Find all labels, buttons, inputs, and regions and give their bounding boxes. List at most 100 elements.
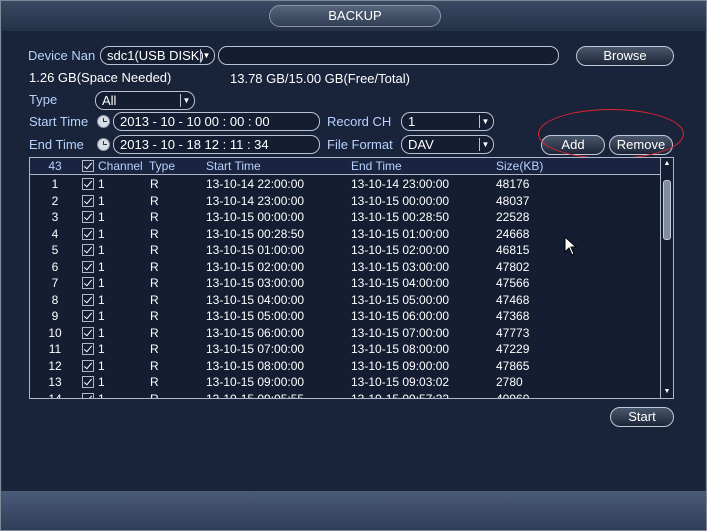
row-size: 40960: [496, 391, 530, 399]
row-index: 3: [51, 210, 59, 224]
table-row[interactable]: 2 1 R 13-10-14 23:00:00 13-10-15 00:00:00 480…: [30, 193, 660, 210]
row-type: R: [150, 177, 159, 191]
type-select-value: All: [102, 93, 117, 108]
row-end-time: 13-10-15 09:00:00: [351, 358, 450, 373]
row-end-time: 13-10-15 01:00:00: [351, 226, 450, 241]
table-row[interactable]: 6 1 R 13-10-15 02:00:00 13-10-15 03:00:00 478…: [30, 259, 660, 276]
row-index: 10: [48, 325, 62, 340]
file-format-select[interactable]: DAV ▼: [401, 135, 494, 154]
table-row[interactable]: 10 1 R 13-10-15 06:00:00 13-10-15 07:00:00 47…: [30, 325, 660, 342]
table-row[interactable]: 13 1 R 13-10-15 09:00:00 13-10-15 09:03:02 27…: [30, 374, 660, 391]
row-start-time: 13-10-15 01:00:00: [206, 243, 305, 257]
file-format-value: DAV: [408, 137, 434, 152]
device-select[interactable]: sdc1(USB DISK) ▼: [100, 46, 215, 65]
header-channel[interactable]: Channel: [98, 158, 143, 174]
row-type: R: [150, 375, 159, 389]
start-time-field[interactable]: 2013 - 10 - 10 00 : 00 : 00: [113, 112, 320, 131]
table-row[interactable]: 1 1 R 13-10-14 22:00:00 13-10-14 23:00:00 481…: [30, 176, 660, 193]
row-start-time: 13-10-15 04:00:00: [206, 292, 305, 307]
row-channel: 1: [98, 243, 105, 257]
row-checkbox[interactable]: [82, 244, 94, 256]
row-type: R: [150, 276, 159, 290]
row-checkbox[interactable]: [82, 376, 94, 388]
table-row[interactable]: 8 1 R 13-10-15 04:00:00 13-10-15 05:00:00 474…: [30, 292, 660, 309]
row-end-time: 13-10-15 02:00:00: [351, 243, 450, 257]
type-select[interactable]: All ▼: [95, 91, 195, 110]
row-channel: 1: [98, 391, 105, 399]
clock-icon[interactable]: [97, 138, 110, 151]
row-start-time: 13-10-15 09:00:00: [206, 375, 305, 389]
header-type[interactable]: Type: [149, 158, 175, 174]
row-checkbox[interactable]: [82, 260, 94, 273]
row-size: 47368: [496, 309, 530, 323]
scroll-thumb[interactable]: [663, 180, 671, 240]
row-channel: 1: [98, 259, 105, 274]
table-row[interactable]: 12 1 R 13-10-15 08:00:00 13-10-15 09:00:00 47…: [30, 358, 660, 375]
table-row[interactable]: 14 1 R 13-10-15 09:05:55 13-10-15 09:57:32 40…: [30, 391, 660, 399]
row-end-time: 13-10-15 09:57:32: [351, 391, 450, 399]
type-label: Type: [29, 92, 58, 107]
table-row[interactable]: 11 1 R 13-10-15 07:00:00 13-10-15 08:00:00 47…: [30, 341, 660, 358]
table-row[interactable]: 3 1 R 13-10-15 00:00:00 13-10-15 00:28:50 225…: [30, 209, 660, 226]
row-channel: 1: [98, 325, 105, 340]
row-checkbox[interactable]: [82, 392, 94, 398]
row-channel: 1: [98, 292, 105, 307]
row-size: 46815: [496, 243, 530, 257]
row-start-time: 13-10-15 07:00:00: [206, 342, 305, 356]
row-start-time: 13-10-15 08:00:00: [206, 358, 305, 373]
row-checkbox[interactable]: [82, 211, 94, 223]
row-size: 47773: [496, 325, 530, 340]
start-button[interactable]: Start: [610, 407, 674, 427]
table-header: 43 Channel Type Start Time End Time Size…: [30, 158, 660, 175]
scrollbar[interactable]: ▲ ▼: [660, 158, 673, 398]
row-index: 5: [51, 243, 59, 257]
row-start-time: 13-10-15 05:00:00: [206, 309, 305, 323]
row-checkbox[interactable]: [82, 326, 94, 339]
table-row[interactable]: 9 1 R 13-10-15 05:00:00 13-10-15 06:00:00 473…: [30, 308, 660, 325]
scroll-down-icon[interactable]: ▼: [661, 386, 673, 398]
free-total-text: 13.78 GB/15.00 GB(Free/Total): [230, 71, 410, 86]
file-format-label: File Format: [327, 137, 393, 152]
clock-icon[interactable]: [97, 115, 110, 128]
row-channel: 1: [98, 177, 105, 191]
row-size: 24668: [496, 226, 530, 241]
row-channel: 1: [98, 375, 105, 389]
header-size[interactable]: Size(KB): [496, 158, 543, 174]
footer-bar: [1, 491, 706, 530]
header-end-time[interactable]: End Time: [351, 158, 402, 174]
end-time-label: End Time: [29, 137, 84, 152]
end-time-field[interactable]: 2013 - 10 - 18 12 : 11 : 34: [113, 135, 320, 154]
row-index: 6: [51, 259, 59, 274]
row-checkbox[interactable]: [82, 343, 94, 355]
chevron-down-icon: ▼: [479, 138, 491, 151]
row-size: 47566: [496, 276, 530, 290]
row-checkbox[interactable]: [82, 277, 94, 289]
select-all-checkbox[interactable]: [82, 160, 94, 172]
header-start-time[interactable]: Start Time: [206, 158, 261, 174]
row-checkbox[interactable]: [82, 227, 94, 240]
row-checkbox[interactable]: [82, 178, 94, 190]
row-checkbox[interactable]: [82, 310, 94, 322]
scroll-up-icon[interactable]: ▲: [661, 158, 673, 170]
row-start-time: 13-10-15 09:05:55: [206, 391, 305, 399]
backup-path-field[interactable]: [218, 46, 559, 65]
chevron-down-icon: ▼: [200, 49, 212, 62]
row-channel: 1: [98, 210, 105, 224]
row-type: R: [150, 243, 159, 257]
row-checkbox[interactable]: [82, 194, 94, 207]
row-start-time: 13-10-15 03:00:00: [206, 276, 305, 290]
row-index: 7: [51, 276, 59, 290]
browse-button[interactable]: Browse: [576, 46, 674, 66]
space-needed-text: 1.26 GB(Space Needed): [29, 70, 172, 85]
record-ch-select[interactable]: 1 ▼: [401, 112, 494, 131]
row-checkbox[interactable]: [82, 359, 94, 372]
row-checkbox[interactable]: [82, 293, 94, 306]
row-type: R: [150, 226, 159, 241]
device-select-value: sdc1(USB DISK): [107, 48, 204, 63]
row-end-time: 13-10-15 03:00:00: [351, 259, 450, 274]
window-title: BACKUP: [269, 5, 441, 27]
row-index: 13: [48, 375, 62, 389]
row-channel: 1: [98, 193, 105, 208]
row-start-time: 13-10-15 00:00:00: [206, 210, 305, 224]
table-row[interactable]: 7 1 R 13-10-15 03:00:00 13-10-15 04:00:00 475…: [30, 275, 660, 292]
